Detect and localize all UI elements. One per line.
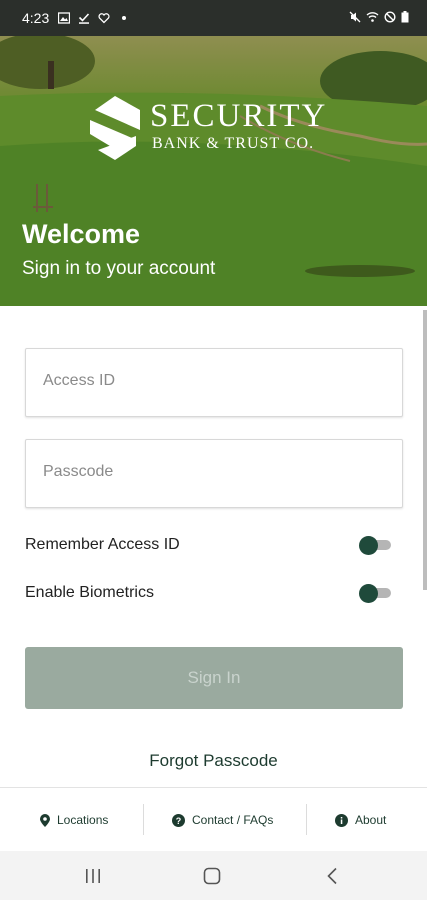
passcode-input[interactable] <box>41 462 385 482</box>
enable-biometrics-label: Enable Biometrics <box>25 584 154 601</box>
toggle-knob <box>359 584 378 603</box>
enable-biometrics-row: Enable Biometrics <box>25 578 395 608</box>
svg-text:?: ? <box>176 816 182 826</box>
remember-access-id-row: Remember Access ID <box>25 530 395 560</box>
home-icon <box>203 867 221 884</box>
brand-name: SECURITY <box>150 98 328 134</box>
location-pin-icon <box>40 813 50 827</box>
heart-icon <box>98 13 110 24</box>
access-id-input[interactable] <box>41 371 385 391</box>
about-label: About <box>355 813 387 827</box>
image-icon <box>58 12 70 24</box>
check-download-icon <box>78 13 90 24</box>
status-time: 4:23 <box>22 10 50 26</box>
system-nav-bar <box>0 851 427 900</box>
brand-subtitle: BANK & TRUST CO. <box>152 135 315 152</box>
footer-divider <box>306 804 307 835</box>
do-not-disturb-icon <box>384 11 396 23</box>
brand-logo-icon <box>90 96 140 160</box>
toggle-knob <box>359 536 378 555</box>
enable-biometrics-toggle[interactable] <box>359 584 391 603</box>
help-circle-icon: ? <box>172 813 185 827</box>
sign-in-button[interactable]: Sign In <box>25 647 403 709</box>
recent-apps-button[interactable] <box>63 851 123 900</box>
contact-faqs-link[interactable]: ? Contact / FAQs <box>172 788 273 852</box>
remember-access-id-toggle[interactable] <box>359 536 391 555</box>
about-link[interactable]: About <box>335 788 386 852</box>
locations-link[interactable]: Locations <box>40 788 108 852</box>
status-left-icons <box>58 12 130 24</box>
status-right-icons <box>349 11 409 23</box>
battery-icon <box>401 11 409 23</box>
locations-label: Locations <box>57 813 109 827</box>
footer-nav: Locations ? Contact / FAQs About <box>0 787 427 852</box>
status-bar: 4:23 <box>0 0 427 36</box>
back-button[interactable] <box>302 851 362 900</box>
footer-divider <box>143 804 144 835</box>
dot-icon <box>122 16 126 20</box>
scrollbar[interactable] <box>423 310 427 590</box>
recent-apps-icon <box>86 868 100 883</box>
signin-subtitle: Sign in to your account <box>22 258 216 279</box>
mute-icon <box>349 11 361 23</box>
passcode-field[interactable] <box>25 439 403 508</box>
hero-banner: SECURITY BANK & TRUST CO. Welcome Sign i… <box>0 36 427 306</box>
back-icon <box>327 867 337 884</box>
remember-access-id-label: Remember Access ID <box>25 536 180 553</box>
forgot-passcode-link[interactable]: Forgot Passcode <box>0 751 427 771</box>
welcome-heading: Welcome <box>22 219 141 249</box>
wifi-icon <box>366 12 379 22</box>
home-button[interactable] <box>182 851 242 900</box>
access-id-field[interactable] <box>25 348 403 417</box>
contact-faqs-label: Contact / FAQs <box>192 813 274 827</box>
info-circle-icon <box>335 813 348 827</box>
